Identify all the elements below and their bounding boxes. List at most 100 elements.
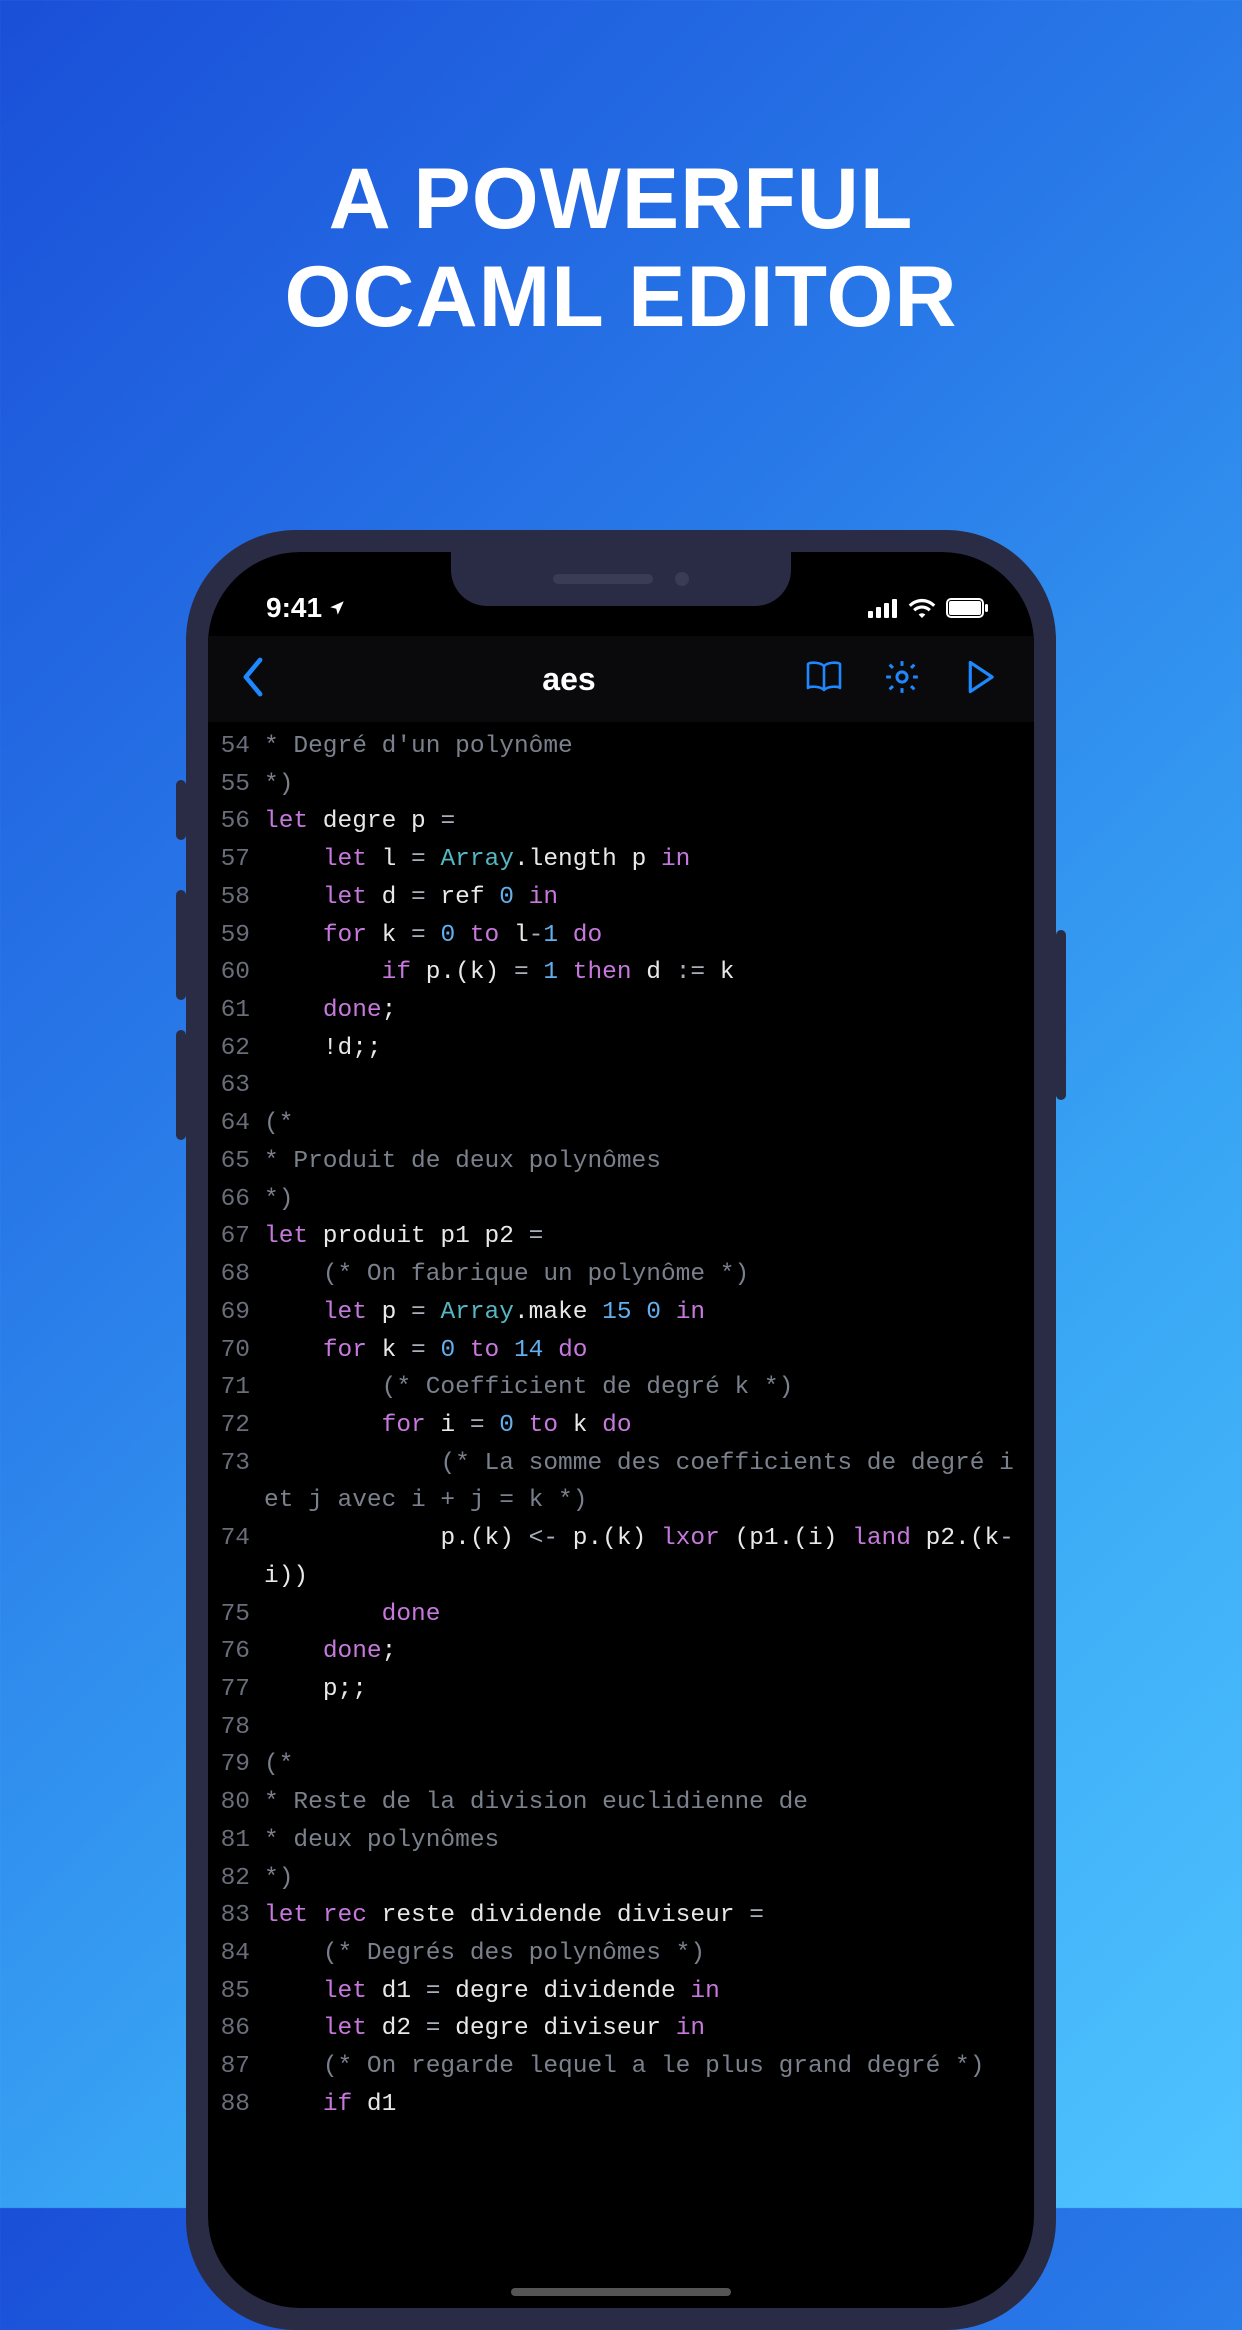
line-number: 63: [220, 1067, 264, 1105]
code-text[interactable]: let d2 = degre diviseur in: [264, 2010, 1020, 2048]
code-text[interactable]: * deux polynômes: [264, 1822, 1020, 1860]
code-text[interactable]: (*: [264, 1746, 1020, 1784]
line-number: 80: [220, 1784, 264, 1822]
code-text[interactable]: done;: [264, 1633, 1020, 1671]
code-text[interactable]: (*: [264, 1105, 1020, 1143]
line-number: 82: [220, 1860, 264, 1898]
navigation-bar: aes: [208, 636, 1034, 722]
line-number: 61: [220, 992, 264, 1030]
code-line[interactable]: 78: [220, 1709, 1020, 1747]
line-number: 81: [220, 1822, 264, 1860]
code-text[interactable]: p;;: [264, 1671, 1020, 1709]
code-line[interactable]: 83let rec reste dividende diviseur =: [220, 1897, 1020, 1935]
status-time: 9:41: [266, 592, 322, 624]
code-line[interactable]: 74 p.(k) <- p.(k) lxor (p1.(i) land p2.(…: [220, 1520, 1020, 1595]
home-indicator: [511, 2288, 731, 2296]
code-text[interactable]: (* On regarde lequel a le plus grand deg…: [264, 2048, 1020, 2086]
code-text[interactable]: let d = ref 0 in: [264, 879, 1020, 917]
line-number: 70: [220, 1332, 264, 1370]
code-line[interactable]: 85 let d1 = degre dividende in: [220, 1973, 1020, 2011]
code-line[interactable]: 84 (* Degrés des polynômes *): [220, 1935, 1020, 1973]
code-line[interactable]: 60 if p.(k) = 1 then d := k: [220, 954, 1020, 992]
code-line[interactable]: 82*): [220, 1860, 1020, 1898]
line-number: 60: [220, 954, 264, 992]
code-line[interactable]: 69 let p = Array.make 15 0 in: [220, 1294, 1020, 1332]
code-line[interactable]: 88 if d1: [220, 2086, 1020, 2124]
code-line[interactable]: 72 for i = 0 to k do: [220, 1407, 1020, 1445]
code-line[interactable]: 71 (* Coefficient de degré k *): [220, 1369, 1020, 1407]
code-text[interactable]: done;: [264, 992, 1020, 1030]
headline-line1: A POWERFUL: [0, 150, 1242, 248]
phone-side-button: [176, 780, 186, 840]
line-number: 57: [220, 841, 264, 879]
code-text[interactable]: for k = 0 to l-1 do: [264, 917, 1020, 955]
code-text[interactable]: (* On fabrique un polynôme *): [264, 1256, 1020, 1294]
gear-icon: [883, 658, 921, 701]
line-number: 73: [220, 1445, 264, 1520]
code-text[interactable]: if p.(k) = 1 then d := k: [264, 954, 1020, 992]
code-line[interactable]: 79(*: [220, 1746, 1020, 1784]
code-text[interactable]: [264, 1067, 1020, 1105]
code-line[interactable]: 81* deux polynômes: [220, 1822, 1020, 1860]
line-number: 76: [220, 1633, 264, 1671]
code-line[interactable]: 67let produit p1 p2 =: [220, 1218, 1020, 1256]
back-button[interactable]: [232, 657, 274, 702]
code-line[interactable]: 64(*: [220, 1105, 1020, 1143]
code-line[interactable]: 61 done;: [220, 992, 1020, 1030]
code-line[interactable]: 77 p;;: [220, 1671, 1020, 1709]
code-line[interactable]: 57 let l = Array.length p in: [220, 841, 1020, 879]
code-text[interactable]: *): [264, 1181, 1020, 1219]
line-number: 62: [220, 1030, 264, 1068]
reference-button[interactable]: [794, 660, 854, 699]
code-line[interactable]: 62 !d;;: [220, 1030, 1020, 1068]
code-text[interactable]: let rec reste dividende diviseur =: [264, 1897, 1020, 1935]
code-text[interactable]: (* Coefficient de degré k *): [264, 1369, 1020, 1407]
code-text[interactable]: let produit p1 p2 =: [264, 1218, 1020, 1256]
line-number: 55: [220, 766, 264, 804]
code-line[interactable]: 58 let d = ref 0 in: [220, 879, 1020, 917]
code-text[interactable]: (* La somme des coefficients de degré i …: [264, 1445, 1020, 1520]
code-line[interactable]: 63: [220, 1067, 1020, 1105]
code-text[interactable]: * Reste de la division euclidienne de: [264, 1784, 1020, 1822]
code-text[interactable]: done: [264, 1596, 1020, 1634]
code-line[interactable]: 56let degre p =: [220, 803, 1020, 841]
code-text[interactable]: for k = 0 to 14 do: [264, 1332, 1020, 1370]
code-line[interactable]: 68 (* On fabrique un polynôme *): [220, 1256, 1020, 1294]
code-line[interactable]: 86 let d2 = degre diviseur in: [220, 2010, 1020, 2048]
code-text[interactable]: let l = Array.length p in: [264, 841, 1020, 879]
code-text[interactable]: let degre p =: [264, 803, 1020, 841]
run-button[interactable]: [950, 660, 1010, 699]
line-number: 66: [220, 1181, 264, 1219]
code-text[interactable]: for i = 0 to k do: [264, 1407, 1020, 1445]
line-number: 78: [220, 1709, 264, 1747]
code-line[interactable]: 65* Produit de deux polynômes: [220, 1143, 1020, 1181]
code-line[interactable]: 87 (* On regarde lequel a le plus grand …: [220, 2048, 1020, 2086]
settings-button[interactable]: [872, 658, 932, 701]
phone-side-button: [176, 890, 186, 1000]
code-line[interactable]: 73 (* La somme des coefficients de degré…: [220, 1445, 1020, 1520]
phone-side-button: [176, 1030, 186, 1140]
code-text[interactable]: let d1 = degre dividende in: [264, 1973, 1020, 2011]
line-number: 71: [220, 1369, 264, 1407]
code-text[interactable]: p.(k) <- p.(k) lxor (p1.(i) land p2.(k-i…: [264, 1520, 1020, 1595]
code-text[interactable]: *): [264, 766, 1020, 804]
code-line[interactable]: 66*): [220, 1181, 1020, 1219]
code-text[interactable]: *): [264, 1860, 1020, 1898]
phone-notch: [451, 552, 791, 606]
code-text[interactable]: let p = Array.make 15 0 in: [264, 1294, 1020, 1332]
code-text[interactable]: * Produit de deux polynômes: [264, 1143, 1020, 1181]
code-text[interactable]: if d1: [264, 2086, 1020, 2124]
code-text[interactable]: [264, 1709, 1020, 1747]
code-text[interactable]: (* Degrés des polynômes *): [264, 1935, 1020, 1973]
code-text[interactable]: * Degré d'un polynôme: [264, 728, 1020, 766]
code-line[interactable]: 54* Degré d'un polynôme: [220, 728, 1020, 766]
code-line[interactable]: 76 done;: [220, 1633, 1020, 1671]
code-line[interactable]: 80* Reste de la division euclidienne de: [220, 1784, 1020, 1822]
code-editor[interactable]: 54* Degré d'un polynôme55*)56let degre p…: [208, 722, 1034, 2124]
code-line[interactable]: 59 for k = 0 to l-1 do: [220, 917, 1020, 955]
phone-frame: 9:41: [186, 530, 1056, 2330]
code-line[interactable]: 55*): [220, 766, 1020, 804]
code-line[interactable]: 75 done: [220, 1596, 1020, 1634]
code-text[interactable]: !d;;: [264, 1030, 1020, 1068]
code-line[interactable]: 70 for k = 0 to 14 do: [220, 1332, 1020, 1370]
